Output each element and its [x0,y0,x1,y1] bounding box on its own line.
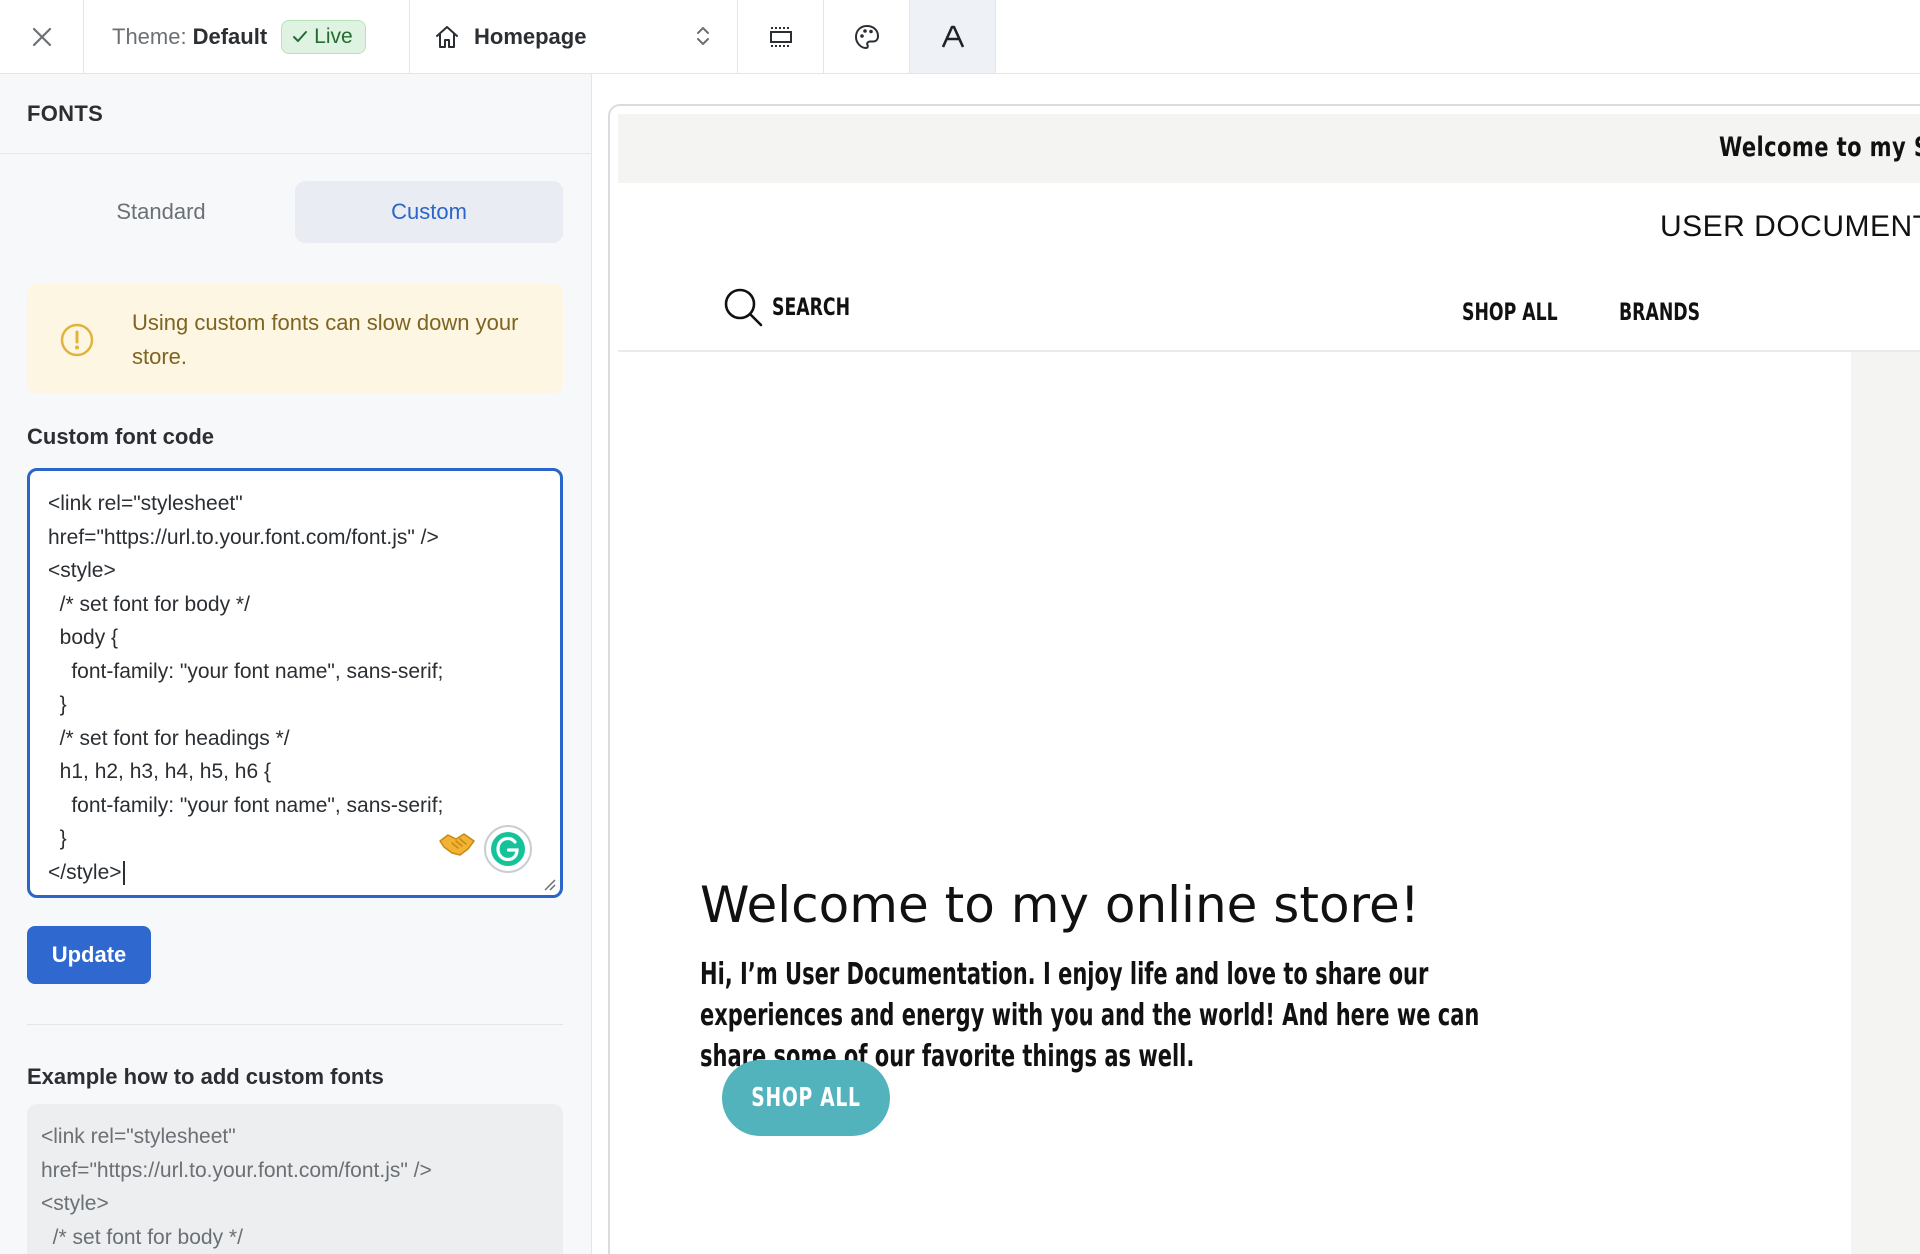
palette-icon [854,24,879,49]
nav-search[interactable]: SEARCH [722,286,880,328]
store-logo-text[interactable]: USER DOCUMENTATION [1660,210,1920,244]
chevron-updown-icon [697,27,709,45]
grammarly-button[interactable] [484,825,532,873]
announcement-bar: Welcome to my Store [618,114,1920,183]
custom-font-code-value: <link rel="stylesheet" href="https://url… [48,492,444,884]
nav-search-label: SEARCH [772,293,851,321]
fonts-sidebar: FONTS Standard Custom Using custom fonts… [0,74,592,1254]
layout-button[interactable] [738,0,824,73]
example-label: Example how to add custom fonts [27,1064,384,1089]
nav-shop-all[interactable]: SHOP ALL [1462,298,1558,326]
check-icon [293,30,308,42]
theme-label: Theme: [112,23,187,49]
warning-text: Using custom fonts can slow down your st… [132,310,519,369]
hero-button-label: SHOP ALL [751,1083,861,1113]
custom-font-code-textarea[interactable]: <link rel="stylesheet" href="https://url… [27,468,563,898]
page-selector[interactable]: Homepage [410,0,738,73]
colors-button[interactable] [824,0,910,73]
custom-code-label: Custom font code [27,424,214,449]
nav-brands[interactable]: BRANDS [1619,298,1700,326]
hero-text: Hi, I’m User Documentation. I enjoy life… [700,957,1480,1074]
store-nav: SEARCH SHOP ALL BRANDS [618,276,1920,352]
tab-custom[interactable]: Custom [295,181,563,243]
close-icon [32,27,51,46]
announcement-text: Welcome to my Store [1719,132,1920,163]
top-bar: Theme: Default Live Homepage [0,0,1920,74]
live-badge-label: Live [314,24,353,48]
hero-title: Welcome to my online store! [700,876,1420,934]
update-button[interactable]: Update [27,926,151,984]
custom-font-warning: Using custom fonts can slow down your st… [27,284,563,394]
example-code-box: <link rel="stylesheet" href="https://url… [27,1104,563,1254]
handshake-icon[interactable] [438,829,476,859]
theme-indicator: Theme: Default Live [84,0,410,73]
warning-icon [60,323,94,357]
search-icon [724,288,763,327]
theme-value: Default [192,23,268,49]
font-icon [941,25,964,48]
example-code: <link rel="stylesheet" href="https://url… [41,1125,432,1249]
resize-handle-icon[interactable] [542,877,556,891]
layout-icon [769,26,792,47]
home-icon [436,25,458,48]
store-preview: Welcome to my Store USER DOCUMENTATION S… [608,104,1920,1254]
close-button[interactable] [0,0,84,73]
sidebar-header: FONTS [0,74,591,154]
fonts-button[interactable] [910,0,996,73]
live-badge: Live [281,19,366,54]
sidebar-title: FONTS [27,100,104,126]
preview-side-strip [1851,352,1920,1254]
page-selector-label: Homepage [474,23,587,49]
sidebar-divider [27,1024,563,1025]
grammarly-icon [491,832,525,866]
text-caret [122,860,125,885]
hero-shop-all-button[interactable]: SHOP ALL [722,1060,890,1136]
tab-standard[interactable]: Standard [27,181,295,243]
font-type-toggle: Standard Custom [27,181,563,243]
